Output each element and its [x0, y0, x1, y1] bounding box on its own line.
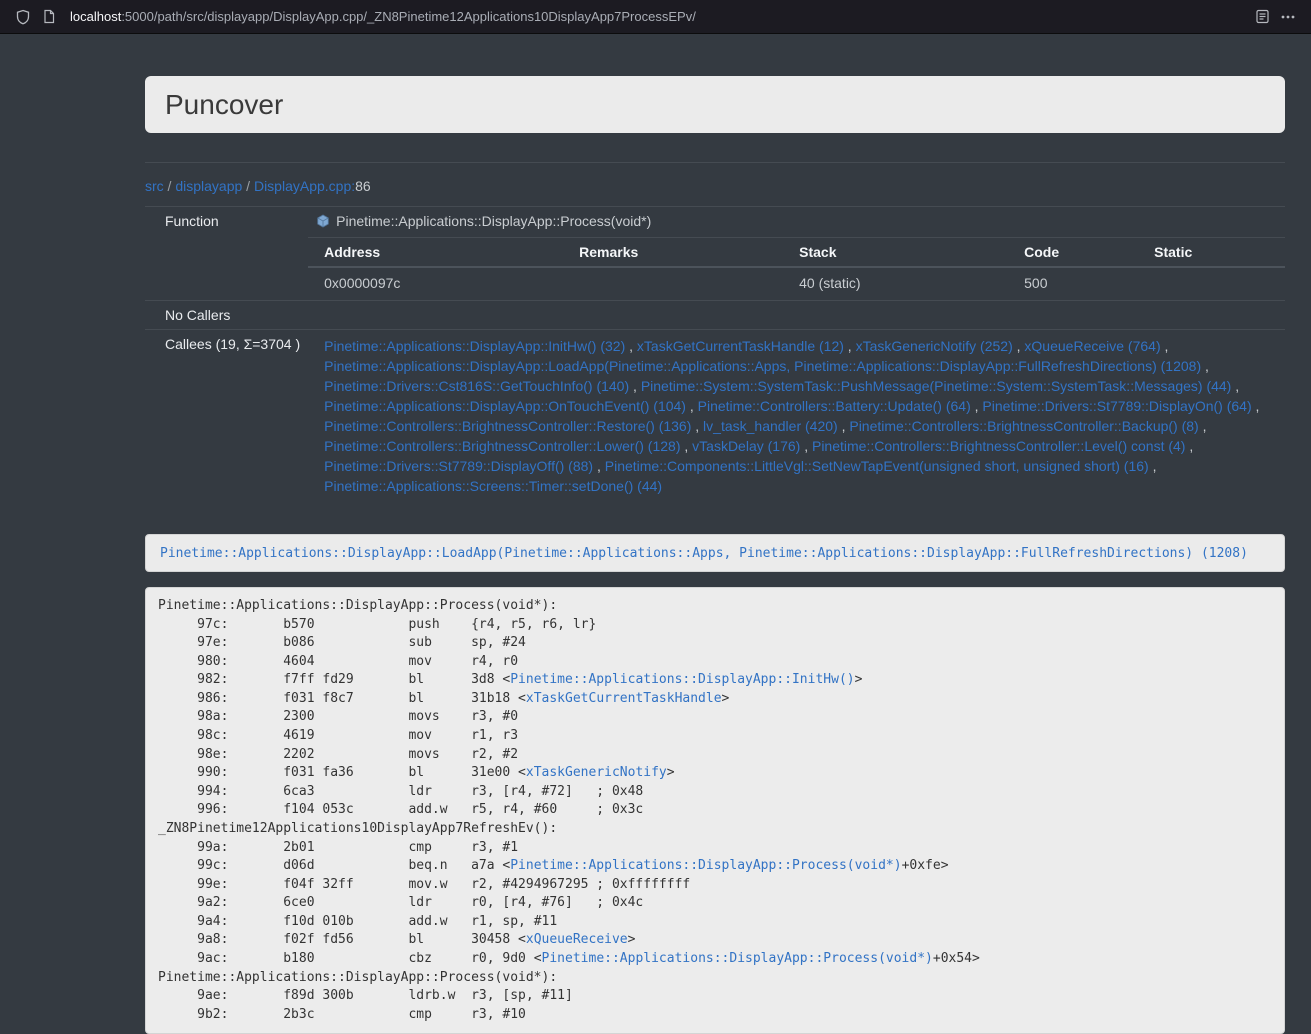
reader-mode-icon[interactable] [1249, 4, 1275, 30]
callee-link[interactable]: xTaskGenericNotify (252) [856, 338, 1013, 354]
highlighted-symbol-link[interactable]: Pinetime::Applications::DisplayApp::Load… [160, 546, 1248, 561]
callee-link[interactable]: Pinetime::Applications::Screens::Timer::… [324, 478, 662, 494]
breadcrumb-link[interactable]: DisplayApp.cpp: [254, 178, 355, 194]
callee-link[interactable]: Pinetime::Drivers::St7789::DisplayOff() … [324, 458, 593, 474]
breadcrumb: src / displayapp / DisplayApp.cpp:86 [145, 178, 1285, 194]
page-info-icon[interactable] [36, 4, 62, 30]
column-header: Code [1008, 238, 1138, 268]
breadcrumb-link[interactable]: src [145, 178, 164, 194]
no-callers-label: No Callers [145, 301, 1285, 330]
address-table-row: AddressRemarksStackCodeStatic 0x0000097c… [145, 237, 1285, 301]
page-container: Puncover src / displayapp / DisplayApp.c… [145, 76, 1285, 1034]
function-cube-icon [316, 214, 330, 231]
callee-link[interactable]: Pinetime::Controllers::BrightnessControl… [812, 438, 1185, 454]
callee-link[interactable]: Pinetime::Controllers::Battery::Update()… [698, 398, 971, 414]
callee-link[interactable]: xQueueReceive (764) [1024, 338, 1160, 354]
callee-link[interactable]: vTaskDelay (176) [692, 438, 800, 454]
url-path: :5000/path/src/displayapp/DisplayApp.cpp… [121, 9, 696, 24]
callee-link[interactable]: Pinetime::System::SystemTask::PushMessag… [641, 378, 1232, 394]
address-table-header: AddressRemarksStackCodeStatic [308, 238, 1285, 268]
divider [145, 162, 1285, 163]
more-options-icon[interactable] [1275, 4, 1301, 30]
callees-list: Pinetime::Applications::DisplayApp::Init… [308, 330, 1285, 509]
callee-link[interactable]: xTaskGetCurrentTaskHandle (12) [637, 338, 844, 354]
callee-link[interactable]: Pinetime::Components::LittleVgl::SetNewT… [605, 458, 1149, 474]
table-row: 0x0000097c 40 (static)500 [308, 267, 1285, 300]
shield-icon[interactable] [10, 4, 36, 30]
callee-link[interactable]: Pinetime::Controllers::BrightnessControl… [324, 418, 691, 434]
callee-link[interactable]: Pinetime::Drivers::Cst816S::GetTouchInfo… [324, 378, 629, 394]
highlighted-symbol: Pinetime::Applications::DisplayApp::Load… [145, 534, 1285, 572]
code-symbol-link[interactable]: xTaskGetCurrentTaskHandle [526, 691, 722, 706]
table-cell [1138, 267, 1285, 300]
callee-link[interactable]: lv_task_handler (420) [703, 418, 838, 434]
code-symbol-link[interactable]: Pinetime::Applications::DisplayApp::Init… [510, 672, 854, 687]
column-header: Stack [783, 238, 1008, 268]
breadcrumb-link[interactable]: displayapp [175, 178, 242, 194]
callees-label: Callees (19, Σ=3704 ) [145, 330, 308, 509]
code-symbol-link[interactable]: Pinetime::Applications::DisplayApp::Proc… [510, 858, 901, 873]
url-host: localhost [70, 9, 121, 24]
symbol-detail-table: Function Pinetime::Applications::Display… [145, 206, 1285, 508]
breadcrumb-text: 86 [355, 178, 371, 194]
column-header: Remarks [563, 238, 783, 268]
code-symbol-link[interactable]: Pinetime::Applications::DisplayApp::Proc… [542, 951, 933, 966]
no-callers-row: No Callers [145, 301, 1285, 330]
callee-link[interactable]: Pinetime::Drivers::St7789::DisplayOn() (… [982, 398, 1251, 414]
column-header: Static [1138, 238, 1285, 268]
function-row: Function Pinetime::Applications::Display… [145, 207, 1285, 238]
table-cell: 500 [1008, 267, 1138, 300]
column-header: Address [308, 238, 563, 268]
table-cell [563, 267, 783, 300]
callee-link[interactable]: Pinetime::Applications::DisplayApp::OnTo… [324, 398, 686, 414]
table-cell: 40 (static) [783, 267, 1008, 300]
table-cell: 0x0000097c [308, 267, 563, 300]
page-header: Puncover [145, 76, 1285, 133]
disassembly: Pinetime::Applications::DisplayApp::Proc… [145, 587, 1285, 1034]
callees-row: Callees (19, Σ=3704 ) Pinetime::Applicat… [145, 330, 1285, 509]
page-title: Puncover [165, 89, 283, 121]
function-name: Pinetime::Applications::DisplayApp::Proc… [336, 213, 651, 229]
callee-link[interactable]: Pinetime::Applications::DisplayApp::Load… [324, 358, 1201, 374]
callee-link[interactable]: Pinetime::Controllers::BrightnessControl… [849, 418, 1198, 434]
code-symbol-link[interactable]: xTaskGenericNotify [526, 765, 667, 780]
callee-link[interactable]: Pinetime::Controllers::BrightnessControl… [324, 438, 680, 454]
browser-chrome: localhost:5000/path/src/displayapp/Displ… [0, 0, 1311, 34]
function-row-label: Function [145, 207, 308, 238]
address-table: AddressRemarksStackCodeStatic 0x0000097c… [308, 237, 1285, 300]
callee-link[interactable]: Pinetime::Applications::DisplayApp::Init… [324, 338, 625, 354]
breadcrumb-separator: / [242, 178, 254, 194]
code-symbol-link[interactable]: xQueueReceive [526, 932, 628, 947]
url-bar[interactable]: localhost:5000/path/src/displayapp/Displ… [70, 9, 1241, 24]
breadcrumb-separator: / [164, 178, 176, 194]
